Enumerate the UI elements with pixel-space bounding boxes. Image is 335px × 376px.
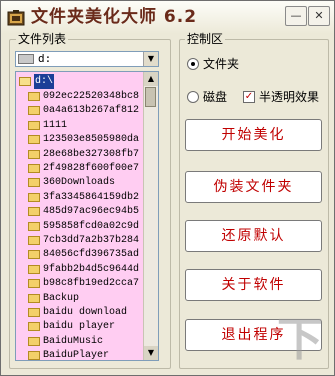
tree-folder-label: 3fa3345864159db2 bbox=[43, 191, 140, 203]
app-icon bbox=[7, 10, 25, 26]
tree-folder-item[interactable]: 123503e8505980da bbox=[16, 132, 146, 147]
tree-folder-label: 360Downloads bbox=[43, 177, 116, 189]
tree-folder-item[interactable]: BaiduMusic bbox=[16, 334, 146, 349]
tree-folder-label: 595858fcd0a02c9d bbox=[43, 220, 140, 232]
tree-folder-item[interactable]: 2f49828f600f00e7 bbox=[16, 161, 146, 176]
tree-folder-item[interactable]: 1111 bbox=[16, 118, 146, 133]
app-window: 文件夹美化大师 6.2 — ✕ 文件列表 d: ▼ d:\ 092ec22520… bbox=[0, 0, 335, 376]
tree-folder-item[interactable]: 84056cfd396735ad bbox=[16, 247, 146, 262]
folder-icon bbox=[28, 192, 40, 202]
folder-icon bbox=[28, 92, 40, 101]
tree-folder-label: 7cb3dd7a2b37b284 bbox=[43, 235, 140, 246]
drive-select[interactable]: d: ▼ bbox=[15, 51, 159, 67]
control-label: 控制区 bbox=[185, 32, 226, 46]
folder-icon bbox=[28, 120, 40, 130]
tree-folder-label: 1111 bbox=[43, 119, 68, 131]
tree-root[interactable]: d:\ bbox=[16, 74, 146, 89]
folder-icon bbox=[28, 149, 40, 159]
tree-folder-label: 84056cfd396735ad bbox=[43, 249, 140, 261]
watermark-logo: 下 bbox=[277, 312, 323, 366]
folder-icon bbox=[28, 279, 40, 289]
scroll-thumb[interactable] bbox=[145, 87, 156, 107]
folder-icon bbox=[28, 135, 40, 145]
folder-icon bbox=[28, 336, 40, 346]
tree-folder-label: 28e68be327308fb7 bbox=[43, 148, 140, 160]
drive-select-value: d: bbox=[38, 52, 52, 65]
file-list-label: 文件列表 bbox=[16, 32, 69, 46]
folder-icon bbox=[28, 178, 40, 188]
folder-icon bbox=[28, 322, 40, 332]
folder-icon bbox=[28, 351, 40, 360]
tree-folder-label: 0a4a613b267af812 bbox=[43, 105, 140, 117]
folder-icon bbox=[28, 293, 40, 303]
folder-icon bbox=[28, 207, 40, 217]
tree-folder-item[interactable]: 092ec22520348bc8 bbox=[16, 89, 146, 104]
folder-icon bbox=[28, 308, 40, 317]
tree-folder-label: baidu player bbox=[43, 321, 116, 333]
drive-icon bbox=[18, 54, 34, 64]
tree-folder-label: BaiduPlayer bbox=[43, 350, 110, 361]
tree-folder-item[interactable]: baidu player bbox=[16, 319, 146, 334]
tree-folder-item[interactable]: 9fabb2b4d5c9644d bbox=[16, 262, 146, 277]
scroll-up-icon[interactable]: ▲ bbox=[144, 72, 158, 86]
tree-folder-label: Backup bbox=[43, 292, 80, 304]
folder-icon bbox=[28, 236, 40, 245]
tree-folder-label: baidu download bbox=[43, 307, 128, 318]
tree-folder-item[interactable]: BaiduPlayer bbox=[16, 348, 146, 361]
disk-radio[interactable] bbox=[187, 91, 199, 103]
folder-icon bbox=[28, 221, 40, 231]
scroll-down-icon[interactable]: ▼ bbox=[144, 346, 158, 360]
tree-folder-label: 9fabb2b4d5c9644d bbox=[43, 263, 140, 275]
tree-folder-label: b98c8fb19ed2cca7 bbox=[43, 278, 140, 290]
tree-folder-item[interactable]: 3fa3345864159db2 bbox=[16, 190, 146, 205]
tree-folder-item[interactable]: 28e68be327308fb7 bbox=[16, 147, 146, 162]
open-folder-icon bbox=[19, 77, 31, 86]
tree-folder-item[interactable]: 360Downloads bbox=[16, 175, 146, 190]
folder-icon bbox=[28, 106, 40, 116]
tree-folder-label: 123503e8505980da bbox=[43, 134, 140, 146]
tree-folder-item[interactable]: 0a4a613b267af812 bbox=[16, 103, 146, 118]
close-button[interactable]: ✕ bbox=[308, 6, 330, 26]
tree-scrollbar[interactable]: ▲ ▼ bbox=[143, 72, 158, 360]
restore-default-button[interactable]: 还原默认 bbox=[185, 220, 322, 252]
translucent-checkbox-label[interactable]: 半透明效果 bbox=[259, 90, 319, 104]
tree-folder-item[interactable]: Backup bbox=[16, 291, 146, 306]
folder-radio-label[interactable]: 文件夹 bbox=[203, 57, 239, 71]
chevron-down-icon[interactable]: ▼ bbox=[143, 52, 158, 66]
tree-folder-item[interactable]: b98c8fb19ed2cca7 bbox=[16, 276, 146, 291]
tree-folder-label: 092ec22520348bc8 bbox=[43, 91, 140, 102]
about-button[interactable]: 关于软件 bbox=[185, 269, 322, 301]
tree-folder-item[interactable]: baidu download bbox=[16, 305, 146, 320]
tree-folder-label: 485d97ac96ec94b5 bbox=[43, 206, 140, 218]
folder-icon bbox=[28, 264, 40, 274]
start-beautify-button[interactable]: 开始美化 bbox=[185, 119, 322, 151]
tree-folder-label: 2f49828f600f00e7 bbox=[43, 163, 140, 174]
title-bar[interactable]: 文件夹美化大师 6.2 — ✕ bbox=[1, 1, 334, 34]
minimize-button[interactable]: — bbox=[285, 6, 307, 26]
disguise-folder-button[interactable]: 伪装文件夹 bbox=[185, 171, 322, 203]
folder-icon bbox=[28, 164, 40, 173]
tree-root-label: d:\ bbox=[34, 74, 55, 89]
folder-tree[interactable]: d:\ 092ec22520348bc8 0a4a613b267af812 1111… bbox=[15, 71, 159, 361]
folder-radio[interactable] bbox=[187, 58, 199, 70]
tree-folder-label: BaiduMusic bbox=[43, 335, 104, 347]
window-title: 文件夹美化大师 6.2 bbox=[31, 7, 198, 27]
disk-radio-label[interactable]: 磁盘 bbox=[203, 90, 227, 104]
folder-icon bbox=[28, 250, 40, 260]
tree-folder-item[interactable]: 595858fcd0a02c9d bbox=[16, 219, 146, 234]
tree-folder-item[interactable]: 485d97ac96ec94b5 bbox=[16, 204, 146, 219]
translucent-checkbox[interactable]: ✓ bbox=[243, 91, 255, 103]
tree-folder-item[interactable]: 7cb3dd7a2b37b284 bbox=[16, 233, 146, 248]
